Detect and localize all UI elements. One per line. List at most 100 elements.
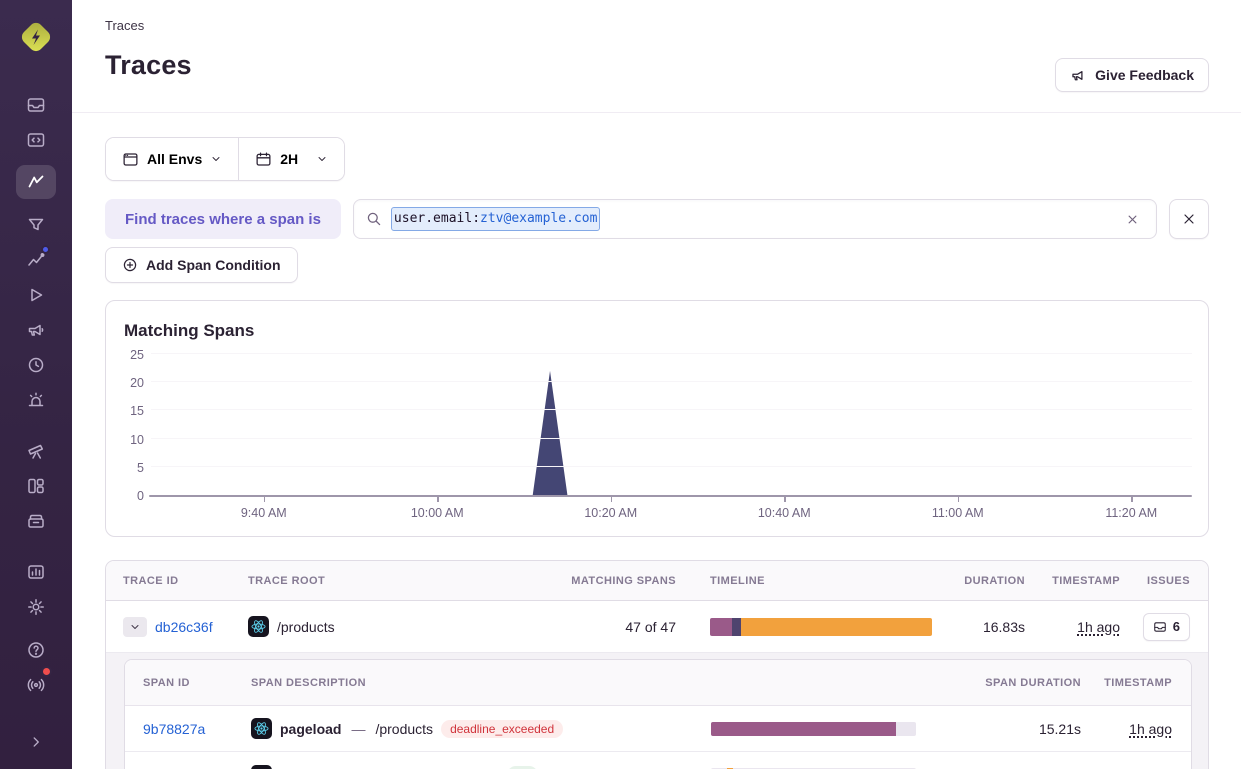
trace-row: db26c36f /products 47 of 47 16.83s 1h ag…: [106, 601, 1208, 653]
breadcrumb[interactable]: Traces: [105, 18, 1209, 33]
col-duration: Duration: [932, 575, 1025, 587]
sidebar-item-dashboards[interactable]: [26, 468, 46, 503]
sidebar-item-explore[interactable]: [26, 122, 46, 157]
col-trace-id: Trace ID: [106, 575, 248, 587]
sidebar-item-help[interactable]: [26, 632, 46, 667]
col-trace-root: Trace Root: [248, 575, 561, 587]
sidebar-item-feedback[interactable]: [26, 312, 46, 347]
page-title: Traces: [105, 50, 1209, 81]
relative-timestamp[interactable]: 1h ago: [1129, 721, 1172, 737]
code-folder-icon: [26, 130, 46, 150]
col-span-duration: Span Duration: [951, 677, 1081, 689]
relative-timestamp[interactable]: 1h ago: [1077, 619, 1120, 635]
issues-count: 6: [1173, 619, 1180, 634]
megaphone-icon: [26, 320, 46, 340]
react-platform-icon: [251, 718, 272, 739]
add-span-condition-button[interactable]: Add Span Condition: [105, 247, 298, 283]
span-description-cell: pageload — /products deadline_exceeded: [251, 718, 711, 739]
give-feedback-button[interactable]: Give Feedback: [1055, 58, 1209, 92]
sidebar-item-issues[interactable]: [26, 87, 46, 122]
duration-cell: 16.83s: [932, 619, 1025, 635]
archive-box-icon: [26, 511, 46, 531]
span-id-cell: 9b78827a: [125, 721, 251, 737]
chevron-right-icon: [27, 733, 45, 751]
help-icon: [26, 640, 46, 660]
traces-table: Trace ID Trace Root Matching Spans Timel…: [105, 560, 1209, 769]
search-icon: [366, 211, 382, 227]
time-range-filter[interactable]: 2H: [239, 138, 344, 180]
trace-id-cell: db26c36f: [106, 617, 248, 637]
span-timeline-cell: [711, 722, 951, 736]
separator: —: [351, 721, 365, 737]
chevron-down-icon: [129, 621, 141, 633]
content: All Envs 2H Find traces where a span is …: [72, 113, 1241, 769]
x-icon: [1181, 211, 1197, 227]
span-timeline-bar: [711, 722, 916, 736]
environment-filter[interactable]: All Envs: [106, 138, 238, 180]
sidebar-item-replays[interactable]: [26, 277, 46, 312]
sidebar-item-releases[interactable]: [26, 503, 46, 538]
span-table-header: Span ID Span Description Span Duration T…: [125, 660, 1191, 706]
sidebar-item-insights[interactable]: [26, 207, 46, 242]
active-highlight: [16, 165, 56, 199]
sidebar-item-performance[interactable]: [26, 242, 46, 277]
span-search-input[interactable]: user.email:ztv@example.com: [353, 199, 1157, 239]
token-value: ztv@example.com: [480, 211, 597, 226]
gear-icon: [26, 597, 46, 617]
col-timeline: Timeline: [693, 575, 932, 587]
trace-id-link[interactable]: db26c36f: [155, 619, 213, 635]
sidebar-item-broadcasts[interactable]: [26, 667, 46, 702]
issues-cell: 6: [1120, 613, 1208, 641]
notification-dot-red: [41, 666, 52, 677]
sidebar-bottom: [0, 632, 72, 759]
funnel-icon: [26, 215, 46, 235]
broadcast-icon: [26, 675, 46, 695]
main-area: Traces Traces Give Feedback All Envs 2H …: [72, 0, 1241, 769]
telescope-icon: [26, 441, 46, 461]
notification-dot-blue: [41, 245, 50, 254]
span-description: /products: [375, 721, 433, 737]
sidebar-item-history[interactable]: [26, 347, 46, 382]
sentry-logo-icon[interactable]: [15, 16, 57, 63]
plus-circle-icon: [122, 257, 138, 273]
sidebar-item-traces[interactable]: [16, 161, 56, 203]
col-matching-spans: Matching Spans: [561, 575, 693, 587]
span-status-badge: deadline_exceeded: [441, 720, 563, 738]
col-timestamp: Timestamp: [1025, 575, 1120, 587]
traces-icon: [26, 172, 46, 192]
search-token[interactable]: user.email:ztv@example.com: [391, 207, 601, 231]
calendar-icon: [255, 151, 272, 168]
sidebar-collapse-toggle[interactable]: [27, 724, 45, 759]
y-axis: 0510152025: [122, 354, 146, 495]
span-row: 9b78827a pageload — /products deadline_e…: [125, 706, 1191, 752]
col-span-description: Span Description: [251, 677, 711, 689]
collapse-trace-button[interactable]: [123, 617, 147, 637]
chart-title: Matching Spans: [124, 321, 1192, 341]
sidebar-nav: [16, 87, 56, 624]
sidebar-item-alerts[interactable]: [26, 382, 46, 417]
traces-table-header: Trace ID Trace Root Matching Spans Timel…: [106, 561, 1208, 601]
timestamp-cell: 1h ago: [1025, 619, 1120, 635]
sidebar-item-stats[interactable]: [26, 554, 46, 589]
matching-spans-chart[interactable]: 0510152025 9:40 AM10:00 AM10:20 AM10:40 …: [151, 354, 1192, 495]
remove-condition-button[interactable]: [1169, 199, 1209, 239]
sidebar-item-settings[interactable]: [26, 589, 46, 624]
span-condition-pill: Find traces where a span is: [105, 199, 341, 239]
x-axis-line: [149, 495, 1192, 497]
issues-icon: [26, 95, 46, 115]
issues-count-button[interactable]: 6: [1143, 613, 1190, 641]
clear-search-button[interactable]: [1121, 208, 1144, 231]
sidebar-item-discover[interactable]: [26, 433, 46, 468]
span-table-wrapper: Span ID Span Description Span Duration T…: [106, 653, 1208, 769]
window-icon: [122, 151, 139, 168]
span-id-link[interactable]: 9b78827a: [143, 721, 205, 737]
span-duration-cell: 15.21s: [951, 721, 1081, 737]
time-range-label: 2H: [280, 151, 298, 167]
matching-spans-cell: 47 of 47: [561, 619, 693, 635]
area-series: [151, 354, 1192, 495]
bar-chart-icon: [26, 562, 46, 582]
dashboard-icon: [26, 476, 46, 496]
clock-icon: [26, 355, 46, 375]
col-span-timestamp: Timestamp: [1081, 677, 1191, 689]
add-span-condition-label: Add Span Condition: [146, 257, 281, 273]
